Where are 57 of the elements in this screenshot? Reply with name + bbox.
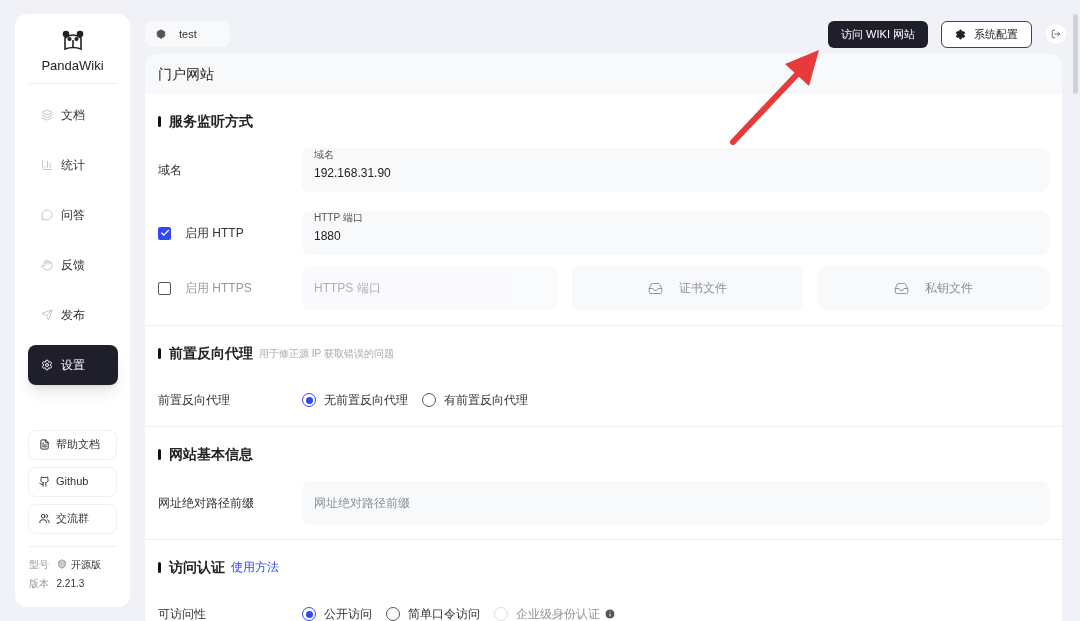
radio-option[interactable]: 公开访问: [302, 605, 372, 621]
nav-icon: [40, 258, 53, 271]
nav-item[interactable]: 问答: [27, 194, 118, 235]
field-label: HTTP 端口: [314, 212, 363, 223]
cube-icon: [156, 29, 166, 39]
radio-option[interactable]: 简单口令访问: [386, 605, 480, 621]
workspace-selector[interactable]: test: [145, 21, 230, 47]
upload-icon: [894, 280, 909, 296]
link-button[interactable]: Github: [28, 466, 117, 497]
section-title: 访问认证: [169, 557, 225, 577]
link-button[interactable]: 帮助文档: [28, 429, 117, 460]
input-field[interactable]: HTTP 端口 1880: [302, 211, 1049, 255]
row-label: 网址绝对路径前缀: [158, 495, 254, 512]
nav-item[interactable]: 统计: [27, 144, 118, 185]
logo-text: PandaWiki: [41, 57, 104, 75]
link-icon: [39, 513, 50, 524]
settings-icon: [955, 28, 966, 40]
panda-logo-icon: [60, 29, 85, 53]
row-label: 启用 HTTP: [185, 225, 244, 242]
visit-site-button[interactable]: 访问 WIKI 网站: [828, 20, 928, 48]
upload-icon: [648, 280, 663, 296]
info-label: 版本: [28, 576, 49, 591]
info-label: 型号: [28, 557, 49, 572]
field-label: 域名: [314, 149, 334, 160]
checkbox[interactable]: [158, 226, 171, 240]
link-icon: [39, 476, 50, 487]
nav-icon: [40, 158, 53, 171]
nav-item[interactable]: 文档: [27, 94, 118, 135]
nav-item[interactable]: 反馈: [27, 244, 118, 285]
link-icon: [39, 439, 50, 450]
nav-icon: [40, 108, 53, 121]
row-label: 前置反向代理: [158, 392, 231, 409]
page-title: 门户网站: [158, 64, 214, 84]
checkbox[interactable]: [158, 281, 171, 295]
link-button[interactable]: 交流群: [28, 503, 117, 534]
info-value: 开源版: [70, 557, 101, 572]
settings-button[interactable]: 系统配置: [941, 20, 1032, 48]
info-value: 2.21.3: [56, 576, 85, 591]
nav-icon: [40, 308, 53, 321]
section-title: 网站基本信息: [169, 444, 253, 464]
logout-icon: [1051, 29, 1061, 39]
row-label: 可访问性: [158, 606, 207, 621]
nav-item[interactable]: 设置: [27, 344, 118, 385]
row-label: 启用 HTTPS: [185, 280, 252, 297]
radio-option[interactable]: 无前置反向代理: [302, 391, 408, 409]
section-title: 服务监听方式: [169, 111, 253, 131]
nav-item[interactable]: 发布: [27, 294, 118, 335]
section-title: 前置反向代理: [169, 343, 253, 363]
section-subtitle: 用于修正源 IP 获取错误的问题: [259, 346, 394, 361]
row-label: 域名: [158, 162, 182, 179]
nav-icon: [40, 208, 53, 221]
radio-option[interactable]: 有前置反向代理: [422, 391, 528, 409]
nav-icon: [40, 358, 53, 371]
logout-button[interactable]: [1046, 24, 1066, 44]
badge-icon: [56, 559, 67, 569]
help-link[interactable]: 使用方法: [231, 558, 279, 576]
input-field[interactable]: 域名 192.168.31.90: [302, 148, 1049, 192]
